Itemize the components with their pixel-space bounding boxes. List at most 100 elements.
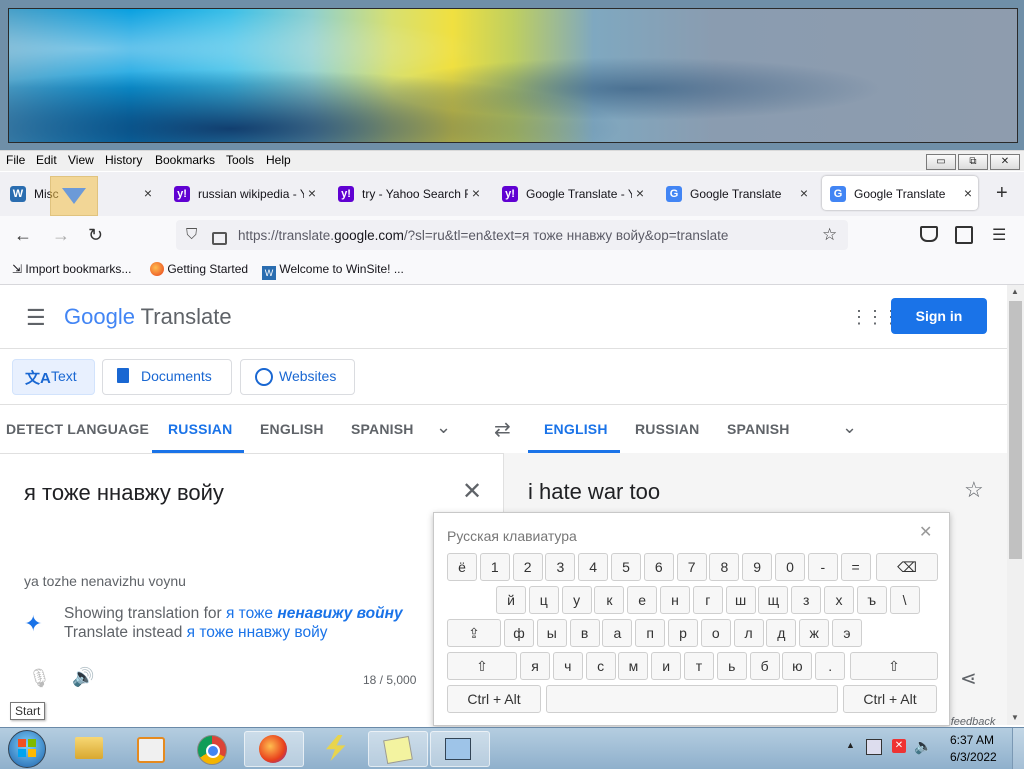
keyboard-key[interactable]: к	[594, 586, 625, 614]
microphone-icon[interactable]: 🎙	[28, 668, 51, 689]
hamburger-menu-icon[interactable]: ☰	[26, 305, 46, 331]
backspace-key[interactable]: ⌫	[876, 553, 938, 581]
scroll-up-icon[interactable]: ▲	[1011, 287, 1019, 296]
source-lang-russian[interactable]: RUSSIAN	[168, 421, 232, 437]
keyboard-key[interactable]: ы	[536, 619, 567, 647]
websites-tool-button[interactable]: Websites	[240, 359, 355, 395]
show-desktop-button[interactable]	[1012, 728, 1024, 769]
save-translation-star-icon[interactable]: ☆	[964, 477, 984, 503]
close-tab-icon[interactable]: ×	[308, 185, 316, 201]
clock-time[interactable]: 6:37 AM	[950, 733, 994, 747]
original-query-link[interactable]: я тоже ннавжу войу	[187, 624, 328, 641]
keyboard-key[interactable]: 6	[643, 553, 674, 581]
network-icon[interactable]	[866, 739, 882, 755]
space-key[interactable]	[546, 685, 838, 713]
keyboard-key[interactable]: \	[889, 586, 920, 614]
close-window-button[interactable]: ✕	[990, 154, 1020, 170]
bookmark-import[interactable]: ⇲ Import bookmarks...	[12, 262, 131, 276]
keyboard-key[interactable]: щ	[758, 586, 789, 614]
keyboard-key[interactable]: 5	[611, 553, 641, 581]
sign-in-button[interactable]: Sign in	[891, 298, 987, 334]
restore-button[interactable]: ⧉	[958, 154, 988, 170]
target-lang-english[interactable]: ENGLISH	[544, 421, 608, 437]
source-more-languages-icon[interactable]: ⌄	[436, 417, 451, 438]
pocket-icon[interactable]	[920, 226, 938, 242]
taskbar-firefox[interactable]	[244, 731, 304, 767]
close-tab-icon[interactable]: ×	[144, 185, 152, 201]
keyboard-key[interactable]: с	[585, 652, 616, 680]
action-center-flag-icon[interactable]: ✕	[892, 739, 906, 753]
keyboard-key[interactable]: ь	[716, 652, 747, 680]
keyboard-key[interactable]: з	[791, 586, 822, 614]
source-lang-detect[interactable]: DETECT LANGUAGE	[6, 421, 149, 437]
close-tab-icon[interactable]: ×	[636, 185, 644, 201]
keyboard-key[interactable]: г	[692, 586, 723, 614]
keyboard-key[interactable]: у	[561, 586, 592, 614]
close-keyboard-icon[interactable]: ✕	[919, 522, 932, 542]
target-lang-russian[interactable]: RUSSIAN	[635, 421, 699, 437]
caps-lock-key[interactable]: ⇪	[447, 619, 501, 647]
keyboard-key[interactable]: я	[520, 652, 550, 680]
keyboard-key[interactable]: =	[840, 553, 871, 581]
keyboard-key[interactable]: о	[700, 619, 731, 647]
app-menu-icon[interactable]: ☰	[992, 225, 1006, 245]
source-text-input[interactable]: я тоже ннавжу войу	[24, 480, 224, 506]
keyboard-key[interactable]: п	[635, 619, 666, 647]
scroll-thumb[interactable]	[1009, 301, 1022, 559]
url-bar[interactable]: ⛉ https://translate.google.com/?sl=ru&tl…	[176, 220, 848, 250]
menu-file[interactable]: File	[6, 153, 25, 167]
menu-history[interactable]: History	[105, 153, 142, 167]
bookmark-winsite[interactable]: W Welcome to WinSite! ...	[262, 262, 404, 280]
back-icon[interactable]: ←	[14, 225, 32, 246]
swap-languages-icon[interactable]: ⇄	[494, 417, 511, 442]
shield-icon[interactable]: ⛉	[186, 226, 197, 243]
target-more-languages-icon[interactable]: ⌄	[842, 417, 857, 438]
keyboard-key[interactable]: 3	[545, 553, 576, 581]
tab-yahoo-search[interactable]: y! try - Yahoo Search R ×	[330, 176, 486, 210]
taskbar-app-search[interactable]	[430, 731, 490, 767]
extension-icon[interactable]	[955, 226, 973, 244]
google-translate-logo[interactable]: Google Translate	[64, 304, 232, 330]
source-lang-spanish[interactable]: SPANISH	[351, 421, 414, 437]
keyboard-key[interactable]: ъ	[856, 586, 887, 614]
keyboard-key[interactable]: т	[684, 652, 714, 680]
keyboard-key[interactable]: .	[815, 652, 846, 680]
keyboard-key[interactable]: ч	[552, 652, 583, 680]
keyboard-key[interactable]: 4	[578, 553, 609, 581]
clock-date[interactable]: 6/3/2022	[950, 750, 997, 764]
keyboard-key[interactable]: ю	[782, 652, 813, 680]
menu-bookmarks[interactable]: Bookmarks	[155, 153, 215, 167]
volume-icon[interactable]: 🔈	[914, 737, 933, 755]
keyboard-key[interactable]: ц	[528, 586, 559, 614]
keyboard-key[interactable]: ш	[725, 586, 756, 614]
show-hidden-icons-icon[interactable]: ▲	[846, 740, 855, 750]
left-shift-key[interactable]: ⇧	[447, 652, 517, 680]
keyboard-key[interactable]: и	[651, 652, 682, 680]
taskbar-app-bolt[interactable]	[306, 731, 364, 765]
keyboard-key[interactable]: 0	[775, 553, 805, 581]
close-tab-icon[interactable]: ×	[800, 185, 808, 201]
tab-google-translate-active[interactable]: G Google Translate ×	[822, 176, 978, 210]
left-ctrl-alt-key[interactable]: Ctrl + Alt	[447, 685, 541, 713]
keyboard-key[interactable]: э	[832, 619, 862, 647]
text-tool-button[interactable]: 文A Text	[12, 359, 95, 395]
corrected-query-link[interactable]: я тоже ненавижу войну	[226, 605, 403, 622]
taskbar-media-player[interactable]	[120, 731, 178, 765]
keyboard-key[interactable]: -	[807, 553, 838, 581]
reload-icon[interactable]: ↻	[88, 225, 103, 246]
bookmark-getting-started[interactable]: Getting Started	[150, 262, 248, 276]
lock-icon[interactable]	[212, 232, 227, 245]
taskbar-explorer[interactable]	[60, 731, 118, 765]
menu-help[interactable]: Help	[266, 153, 291, 167]
tab-google-translate[interactable]: G Google Translate ×	[658, 176, 814, 210]
keyboard-key[interactable]: а	[602, 619, 633, 647]
menu-edit[interactable]: Edit	[36, 153, 57, 167]
right-ctrl-alt-key[interactable]: Ctrl + Alt	[843, 685, 937, 713]
start-button[interactable]	[8, 730, 46, 768]
keyboard-key[interactable]: 1	[479, 553, 510, 581]
tab-russian-wikipedia[interactable]: y! russian wikipedia - Y ×	[166, 176, 322, 210]
keyboard-key[interactable]: б	[749, 652, 780, 680]
keyboard-key[interactable]: ё	[447, 553, 477, 581]
keyboard-key[interactable]: в	[569, 619, 600, 647]
taskbar-chrome[interactable]	[182, 731, 240, 765]
